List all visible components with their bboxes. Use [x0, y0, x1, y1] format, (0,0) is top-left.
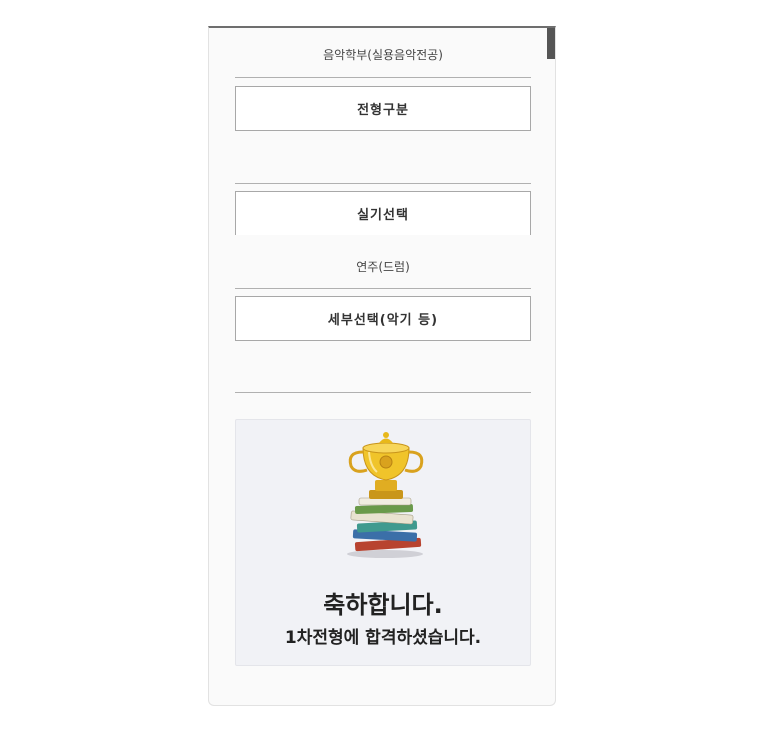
result-message: 1차전형에 합격하셨습니다.: [284, 628, 482, 648]
divider: [235, 183, 531, 184]
divider: [235, 288, 531, 289]
department-value: 음악학부(실용음악전공): [323, 48, 443, 62]
result-title: 축하합니다.: [323, 591, 443, 619]
detail-label: 세부선택(악기 등): [235, 296, 531, 341]
practical-value: 연주(드럼): [356, 260, 410, 274]
result-panel: 음악학부(실용음악전공) 전형구분 실기선택 연주(드럼) 세부선택(악기 등): [208, 26, 556, 706]
admission-type-label: 전형구분: [235, 86, 531, 131]
divider: [235, 77, 531, 78]
practical-label: 실기선택: [235, 191, 531, 235]
divider: [235, 392, 531, 393]
scrollbar-thumb[interactable]: [547, 28, 555, 59]
trophy-on-books-icon: [347, 432, 424, 558]
pass-result-card: 축하합니다. 1차전형에 합격하셨습니다.: [235, 419, 531, 666]
